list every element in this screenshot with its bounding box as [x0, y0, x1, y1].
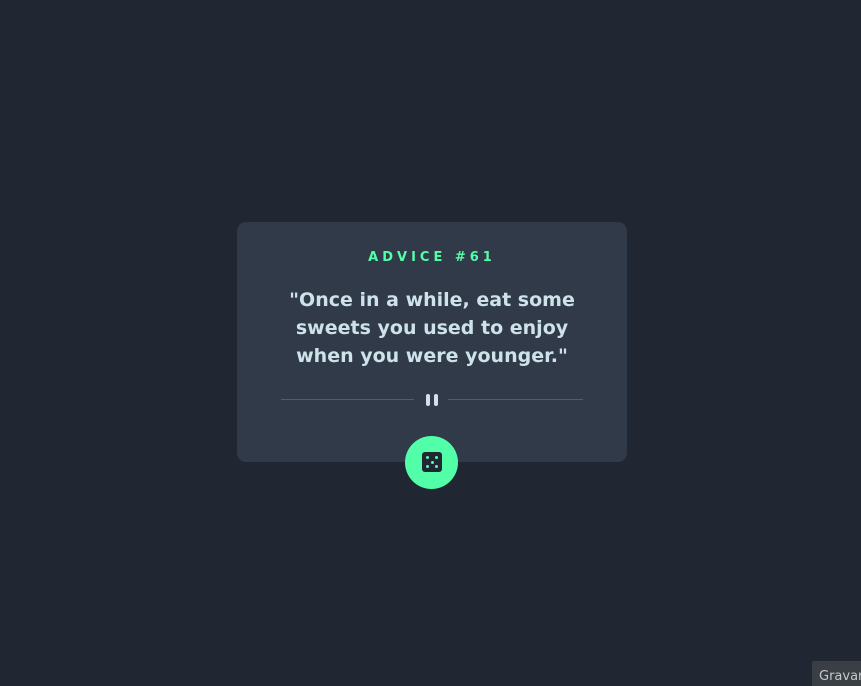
- divider-line-left: [281, 399, 414, 400]
- divider: [281, 392, 583, 408]
- divider-line-right: [448, 399, 583, 400]
- pause-icon: [425, 394, 439, 406]
- advice-title: ADVICE #61: [368, 250, 496, 265]
- advice-card: ADVICE #61 "Once in a while, eat some sw…: [237, 222, 627, 462]
- advice-page: ADVICE #61 "Once in a while, eat some sw…: [0, 0, 861, 686]
- record-tab[interactable]: Gravar: [812, 661, 861, 686]
- new-advice-button[interactable]: [405, 436, 458, 489]
- dice-icon: [422, 452, 442, 472]
- advice-quote: "Once in a while, eat some sweets you us…: [289, 289, 575, 367]
